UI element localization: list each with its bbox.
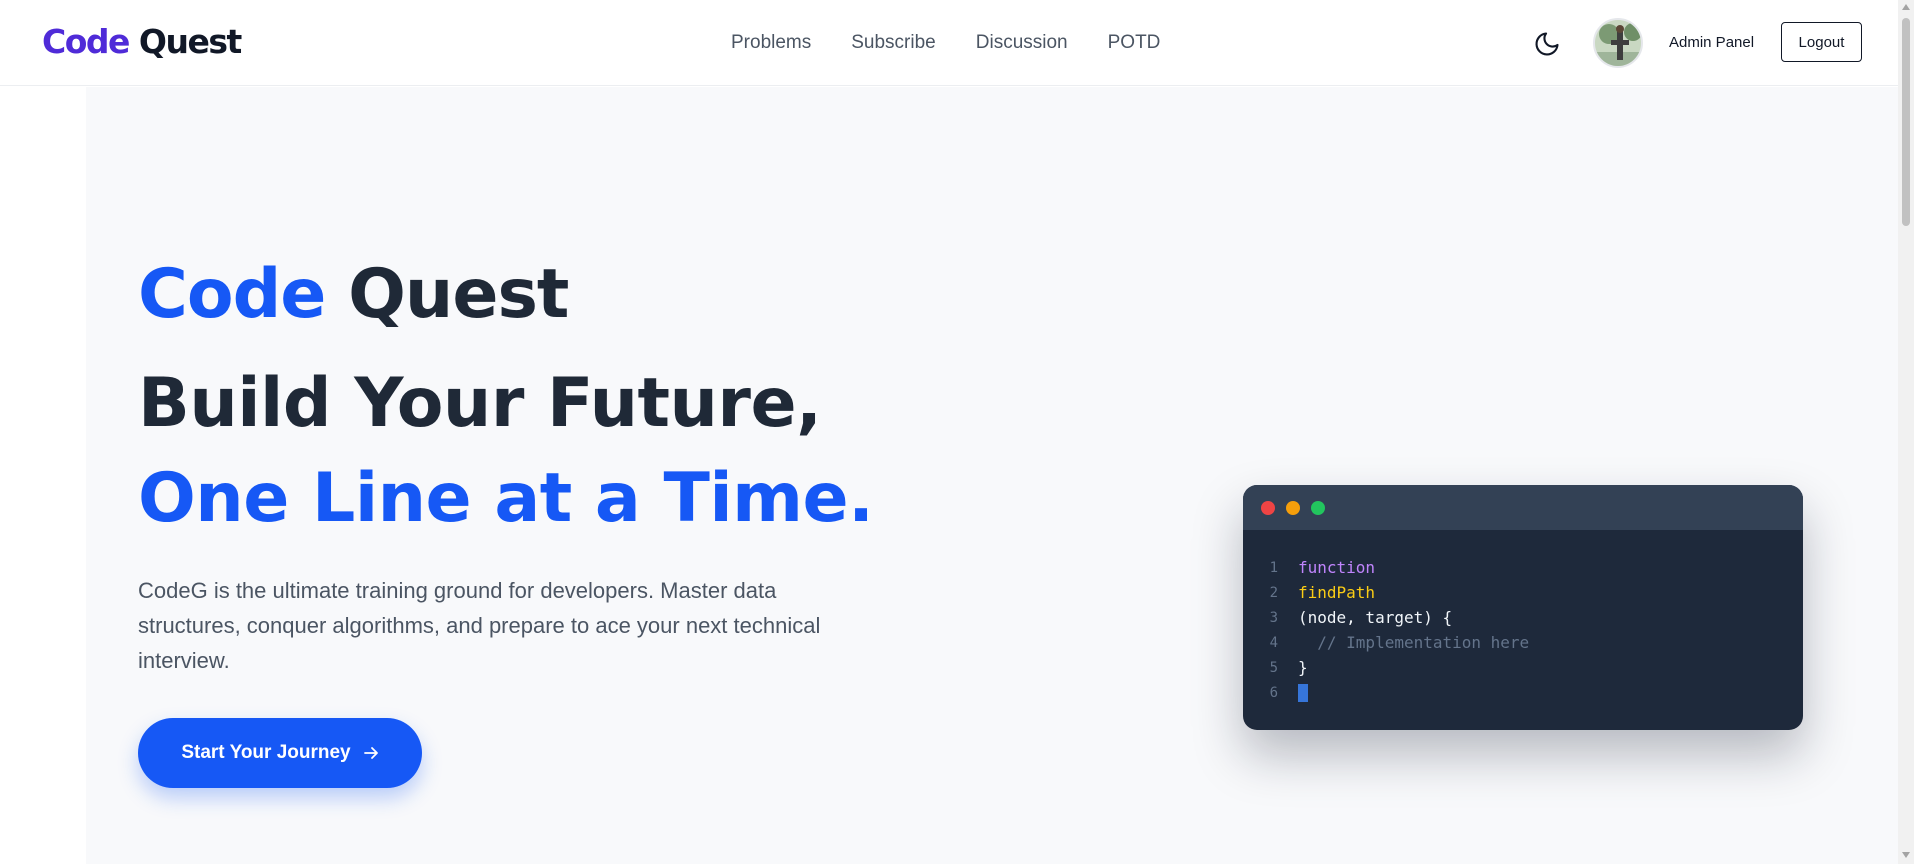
window-close-dot-icon — [1261, 501, 1275, 515]
logout-button[interactable]: Logout — [1781, 22, 1862, 62]
code-function-name: findPath — [1298, 583, 1376, 602]
hero-headline-line2: One Line at a Time. — [138, 459, 874, 538]
code-line: 5 } — [1243, 655, 1803, 680]
hero-brand-title: Code Quest — [138, 255, 569, 334]
nav-link-subscribe[interactable]: Subscribe — [851, 32, 936, 54]
code-line: 3 (node, target) { — [1243, 605, 1803, 630]
scroll-down-arrow-icon[interactable] — [1902, 852, 1910, 858]
line-number: 4 — [1269, 634, 1278, 651]
code-window-titlebar — [1243, 485, 1803, 530]
moon-icon[interactable] — [1533, 30, 1561, 58]
code-line: 6 — [1243, 680, 1803, 705]
start-journey-button[interactable]: Start Your Journey — [138, 718, 422, 788]
navbar: Code Quest Problems Subscribe Discussion… — [0, 0, 1898, 86]
hero-brand-quest: Quest — [348, 255, 569, 334]
user-avatar[interactable] — [1593, 18, 1643, 68]
window-minimize-dot-icon — [1286, 501, 1300, 515]
code-line: 4 // Implementation here — [1243, 630, 1803, 655]
logo-part-quest: Quest — [138, 22, 242, 61]
hero-section: Code Quest Build Your Future, One Line a… — [86, 87, 1898, 864]
code-keyword: function — [1298, 558, 1376, 577]
line-number: 5 — [1269, 659, 1278, 676]
scrollbar-thumb[interactable] — [1902, 18, 1910, 226]
line-number: 1 — [1269, 559, 1278, 576]
main-nav: Problems Subscribe Discussion POTD — [731, 32, 1160, 54]
code-editor-window: 1 function 2 findPath 3 (node, target) {… — [1243, 485, 1803, 730]
hero-headline-line1: Build Your Future, — [138, 364, 822, 443]
code-line: 2 findPath — [1243, 580, 1803, 605]
start-journey-label: Start Your Journey — [181, 742, 351, 763]
logo-part-code: Code — [42, 22, 130, 61]
line-number: 2 — [1269, 584, 1278, 601]
code-closing-brace: } — [1298, 658, 1308, 677]
hero-brand-code: Code — [138, 255, 326, 334]
nav-link-discussion[interactable]: Discussion — [976, 32, 1068, 54]
site-logo[interactable]: Code Quest — [42, 22, 242, 61]
code-line: 1 function — [1243, 555, 1803, 580]
code-body: 1 function 2 findPath 3 (node, target) {… — [1243, 530, 1803, 705]
scroll-up-arrow-icon[interactable] — [1902, 4, 1910, 10]
page-scrollbar[interactable] — [1898, 0, 1914, 864]
line-number: 3 — [1269, 609, 1278, 626]
admin-panel-link[interactable]: Admin Panel — [1669, 34, 1754, 51]
nav-link-potd[interactable]: POTD — [1108, 32, 1161, 54]
code-comment: // Implementation here — [1298, 633, 1530, 652]
arrow-right-icon — [363, 747, 378, 759]
window-maximize-dot-icon — [1311, 501, 1325, 515]
text-cursor — [1298, 683, 1308, 702]
line-number: 6 — [1269, 684, 1278, 701]
hero-description: CodeG is the ultimate training ground fo… — [138, 578, 821, 673]
code-params: (node, target) { — [1298, 608, 1453, 627]
nav-link-problems[interactable]: Problems — [731, 32, 811, 54]
